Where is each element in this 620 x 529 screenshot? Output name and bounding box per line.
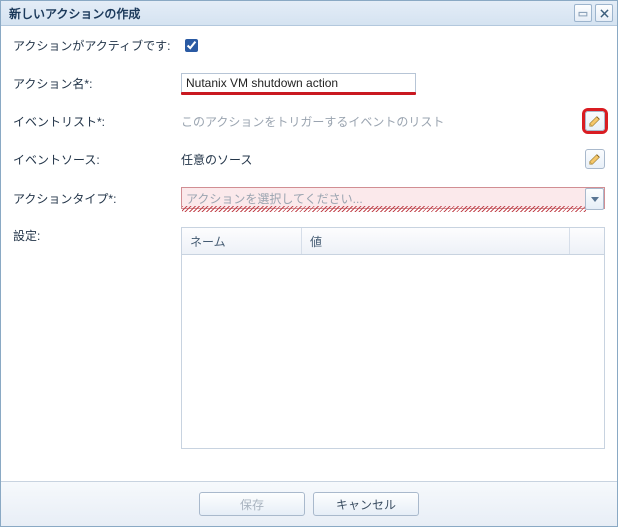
eventlist-edit-button[interactable] — [585, 111, 605, 131]
window-title: 新しいアクションの作成 — [9, 5, 571, 22]
actiontype-placeholder: アクションを選択してください... — [186, 190, 363, 207]
form-body: アクションがアクティブです: アクション名*: イベントリスト*: このアクショ… — [1, 26, 617, 481]
dropdown-arrow-icon[interactable] — [585, 188, 604, 210]
pencil-icon — [588, 152, 602, 166]
action-name-label: アクション名*: — [13, 75, 181, 92]
actiontype-label: アクションタイプ*: — [13, 190, 181, 207]
save-button[interactable]: 保存 — [199, 492, 305, 516]
pencil-icon — [588, 114, 602, 128]
action-name-input[interactable] — [181, 73, 416, 93]
eventsource-value: 任意のソース — [181, 151, 579, 168]
close-button[interactable] — [595, 4, 613, 22]
active-checkbox[interactable] — [185, 39, 198, 52]
cancel-button[interactable]: キャンセル — [313, 492, 419, 516]
eventlist-placeholder: このアクションをトリガーするイベントのリスト — [181, 113, 579, 130]
actiontype-dropdown[interactable]: アクションを選択してください... — [181, 187, 605, 209]
eventsource-label: イベントソース: — [13, 151, 181, 168]
active-label: アクションがアクティブです: — [13, 37, 181, 54]
grid-col-name[interactable]: ネーム — [182, 228, 302, 254]
eventsource-edit-button[interactable] — [585, 149, 605, 169]
grid-col-value[interactable]: 値 — [302, 228, 570, 254]
titlebar: 新しいアクションの作成 ▭ — [1, 1, 617, 26]
grid-header: ネーム 値 — [182, 228, 604, 255]
settings-label: 設定: — [13, 227, 181, 244]
highlight-underline — [181, 92, 416, 95]
settings-grid: ネーム 値 — [181, 227, 605, 449]
dialog-window: 新しいアクションの作成 ▭ アクションがアクティブです: アクション名*: — [0, 0, 618, 527]
eventlist-label: イベントリスト*: — [13, 113, 181, 130]
help-maximize-button[interactable]: ▭ — [574, 4, 592, 22]
error-wavy-underline — [182, 206, 586, 212]
grid-col-spacer — [570, 228, 604, 254]
footer: 保存 キャンセル — [1, 481, 617, 526]
grid-body — [182, 255, 604, 448]
